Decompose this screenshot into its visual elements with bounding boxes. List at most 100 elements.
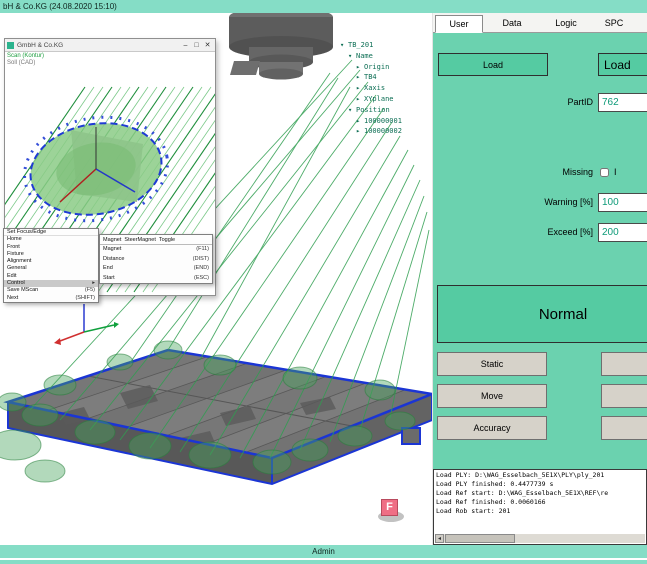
tree-expand-icon[interactable]: ▸ <box>356 72 364 83</box>
submenu-arrow-icon: ▸ <box>92 280 95 287</box>
tree-expand-icon[interactable]: ▸ <box>356 62 364 73</box>
tree-expand-icon[interactable]: ▾ <box>348 105 356 116</box>
menu-item-label: Magnet <box>103 245 121 255</box>
tree-expand-icon[interactable]: ▸ <box>356 83 364 94</box>
tree-node[interactable]: ▾TB_201 <box>338 40 432 51</box>
tree-expand-icon[interactable]: ▾ <box>348 51 356 62</box>
submenu-item[interactable]: Magnet (F11) <box>100 245 212 255</box>
menu-item-label: General <box>7 265 27 272</box>
menu-item-label: Alignment <box>7 258 31 265</box>
tree-expand-icon[interactable]: ▸ <box>356 116 364 127</box>
menu-item[interactable]: Fixture <box>4 251 98 258</box>
menu-item-label: Set Focus/Edge <box>7 229 46 235</box>
tree-node[interactable]: ▸Xaxis <box>338 83 432 94</box>
menu-item[interactable]: General <box>4 265 98 272</box>
load-button-right[interactable]: Load <box>598 53 647 76</box>
normal-mode-button[interactable]: Normal <box>437 285 647 343</box>
tree-expand-icon[interactable]: ▸ <box>356 126 364 137</box>
tab-logic[interactable]: Logic <box>543 15 589 33</box>
cutoff-button-1[interactable] <box>601 352 647 376</box>
log-line: Load PLY finished: 0.4477739 s <box>436 480 644 489</box>
log-output[interactable]: Load PLY: D:\WAG_Esselbach_5E1X\PLY\ply_… <box>433 469 647 545</box>
move-button[interactable]: Move <box>437 384 547 408</box>
3d-viewport[interactable]: ▾TB_201 ▾Name ▸Origin ▸TB4 ▸Xaxis ▸XYpla… <box>0 13 432 545</box>
partid-field[interactable] <box>598 93 647 112</box>
menu-item-label: End <box>103 264 113 274</box>
application-window: bH & Co.KG (24.08.2020 15:10) <box>0 0 647 564</box>
tree-expand-icon[interactable]: ▸ <box>356 94 364 105</box>
log-lines: Load PLY: D:\WAG_Esselbach_5E1X\PLY\ply_… <box>436 471 644 516</box>
tree-node[interactable]: ▾Name <box>338 51 432 62</box>
menu-item-control[interactable]: Control▸ <box>4 280 98 287</box>
tree-node-label: Name <box>356 52 373 60</box>
scrollbar-thumb[interactable] <box>445 534 515 543</box>
menu-item-shortcut: (F11) <box>196 245 209 255</box>
load-button[interactable]: Load <box>438 53 548 76</box>
legend-line: Scan (Kontur) <box>7 53 44 60</box>
exceed-field[interactable] <box>598 223 647 242</box>
cutoff-button-3[interactable] <box>601 416 647 440</box>
menu-item[interactable]: Alignment <box>4 258 98 265</box>
tree-expand-icon[interactable]: ▾ <box>340 40 348 51</box>
exceed-label: Exceed [%] <box>453 227 593 237</box>
scan-legend: Scan (Kontur) Soll (CAD) <box>7 53 44 67</box>
tree-node[interactable]: ▸100000002 <box>338 126 432 137</box>
partid-label: PartID <box>493 97 593 107</box>
menu-item[interactable]: Front <box>4 244 98 251</box>
bottom-strip <box>0 559 647 564</box>
tree-node[interactable]: ▾Position <box>338 105 432 116</box>
menu-item-shortcut: (DIST) <box>193 255 209 265</box>
model-tree: ▾TB_201 ▾Name ▸Origin ▸TB4 ▸Xaxis ▸XYpla… <box>338 40 432 137</box>
menu-item[interactable]: Set Focus/Edge <box>4 229 98 236</box>
flag-icon: F <box>381 499 398 516</box>
window-titlebar: bH & Co.KG (24.08.2020 15:10) <box>0 0 647 13</box>
tree-node[interactable]: ▸TB4 <box>338 72 432 83</box>
static-button[interactable]: Static <box>437 352 547 376</box>
submenu-item[interactable]: Start(ESC) <box>100 274 212 284</box>
menu-item-label: Edit <box>7 273 16 280</box>
missing-checkbox[interactable] <box>600 168 609 177</box>
accuracy-button[interactable]: Accuracy <box>437 416 547 440</box>
cutoff-button-2[interactable] <box>601 384 647 408</box>
missing-label: Missing <box>463 167 593 177</box>
tree-node[interactable]: ▸100000001 <box>338 116 432 127</box>
maximize-icon[interactable]: □ <box>191 40 202 51</box>
menu-item[interactable]: Edit <box>4 273 98 280</box>
log-line: Load Rob start: 201 <box>436 507 644 516</box>
window-title: bH & Co.KG (24.08.2020 15:10) <box>3 2 117 11</box>
submenu-item[interactable]: End(END) <box>100 264 212 274</box>
tab-user[interactable]: User <box>435 15 483 33</box>
close-icon[interactable]: ✕ <box>202 40 213 51</box>
tree-node[interactable]: ▸Origin <box>338 62 432 73</box>
menu-item-label: Front <box>7 244 20 251</box>
tab-spc[interactable]: SPC <box>593 15 635 33</box>
tree-node-label: Position <box>356 106 390 114</box>
submenu-item[interactable]: Distance(DIST) <box>100 255 212 265</box>
tree-node-label: Origin <box>364 63 389 71</box>
log-line: Load PLY: D:\WAG_Esselbach_5E1X\PLY\ply_… <box>436 471 644 480</box>
minimize-icon[interactable]: – <box>180 40 191 51</box>
warning-field[interactable] <box>598 193 647 212</box>
horizontal-scrollbar[interactable]: ◂ <box>435 534 645 543</box>
scroll-left-icon[interactable]: ◂ <box>435 534 444 543</box>
tree-node-label: Xaxis <box>364 84 385 92</box>
control-panel: User Data Logic SPC Load Load PartID Mis… <box>432 13 647 545</box>
tree-node-label: 100000001 <box>364 117 402 125</box>
current-user-label: Admin <box>312 547 335 556</box>
menu-item[interactable]: Save MScan(F5) <box>4 287 98 294</box>
child-window-title: GmbH & Co.KG <box>17 42 180 49</box>
log-line: Load Ref finished: 0.0060166 <box>436 498 644 507</box>
robot-flag-badge: F <box>377 499 405 523</box>
tree-node-label: XYplane <box>364 95 394 103</box>
menu-item[interactable]: Home <box>4 236 98 243</box>
tree-node[interactable]: ▸XYplane <box>338 94 432 105</box>
tab-data[interactable]: Data <box>489 15 535 33</box>
missing-option-label: I <box>614 167 634 177</box>
spindle-tool <box>229 13 333 80</box>
child-window-titlebar[interactable]: GmbH & Co.KG – □ ✕ <box>5 39 215 52</box>
app-icon <box>7 42 14 49</box>
menu-item[interactable]: Next(SHIFT) <box>4 295 98 302</box>
menu-item-label: Fixture <box>7 251 24 258</box>
legend-line: Soll (CAD) <box>7 60 44 67</box>
log-line: Load Ref start: D:\WAG_Esselbach_5E1X\RE… <box>436 489 644 498</box>
